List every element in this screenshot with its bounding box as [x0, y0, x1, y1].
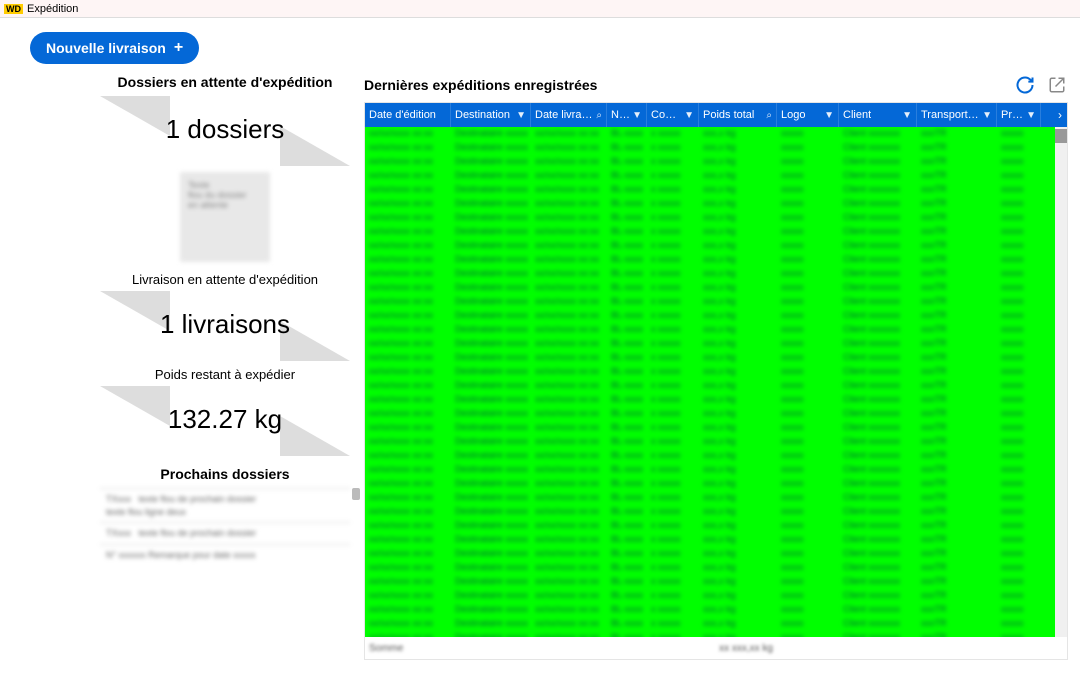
poids-value: 132.27 kg	[100, 404, 350, 435]
column-header[interactable]: Date d'édition	[365, 103, 451, 127]
dossier-card[interactable]: Texteflou du dossieren attente	[180, 172, 270, 262]
search-icon[interactable]: ⌕	[766, 110, 772, 121]
plus-icon: +	[174, 40, 183, 56]
list-item[interactable]: N° xxxxxx Remarque pour date xxxxx	[100, 544, 350, 566]
list-item[interactable]: TXxxx texte flou de prochain dossiertext…	[100, 488, 350, 522]
table-row[interactable]: xx/xx/xxxx xx:xxDestinataire xxxxxxx/xx/…	[365, 309, 1067, 323]
table-row[interactable]: xx/xx/xxxx xx:xxDestinataire xxxxxxx/xx/…	[365, 281, 1067, 295]
table-row[interactable]: xx/xx/xxxx xx:xxDestinataire xxxxxxx/xx/…	[365, 253, 1067, 267]
scroll-right-icon[interactable]: ›	[1053, 103, 1067, 127]
toolbar: Nouvelle livraison +	[0, 18, 1080, 74]
table-row[interactable]: xx/xx/xxxx xx:xxDestinataire xxxxxxx/xx/…	[365, 477, 1067, 491]
table-row[interactable]: xx/xx/xxxx xx:xxDestinataire xxxxxxx/xx/…	[365, 183, 1067, 197]
table-row[interactable]: xx/xx/xxxx xx:xxDestinataire xxxxxxx/xx/…	[365, 379, 1067, 393]
table-row[interactable]: xx/xx/xxxx xx:xxDestinataire xxxxxxx/xx/…	[365, 575, 1067, 589]
livraisons-tile: 1 livraisons	[100, 291, 350, 361]
new-delivery-button[interactable]: Nouvelle livraison +	[30, 32, 199, 64]
table-row[interactable]: xx/xx/xxxx xx:xxDestinataire xxxxxxx/xx/…	[365, 463, 1067, 477]
table-row[interactable]: xx/xx/xxxx xx:xxDestinataire xxxxxxx/xx/…	[365, 547, 1067, 561]
prochains-list: TXxxx texte flou de prochain dossiertext…	[100, 488, 350, 565]
table-row[interactable]: xx/xx/xxxx xx:xxDestinataire xxxxxxx/xx/…	[365, 505, 1067, 519]
table-row[interactable]: xx/xx/xxxx xx:xxDestinataire xxxxxxx/xx/…	[365, 155, 1067, 169]
table-row[interactable]: xx/xx/xxxx xx:xxDestinataire xxxxxxx/xx/…	[365, 323, 1067, 337]
table-row[interactable]: xx/xx/xxxx xx:xxDestinataire xxxxxxx/xx/…	[365, 393, 1067, 407]
column-header[interactable]: Client▼	[839, 103, 917, 127]
column-header[interactable]: Date livraison⌕	[531, 103, 607, 127]
prochains-title: Prochains dossiers	[100, 466, 350, 482]
table-row[interactable]: xx/xx/xxxx xx:xxDestinataire xxxxxxx/xx/…	[365, 225, 1067, 239]
table-row[interactable]: xx/xx/xxxx xx:xxDestinataire xxxxxxx/xx/…	[365, 519, 1067, 533]
left-panel: Dossiers en attente d'expédition 1 dossi…	[100, 74, 350, 660]
filter-icon[interactable]: ▼	[516, 110, 526, 121]
column-header[interactable]: Destination▼	[451, 103, 531, 127]
refresh-icon[interactable]	[1014, 74, 1036, 96]
column-header[interactable]: Poids total⌕	[699, 103, 777, 127]
new-delivery-label: Nouvelle livraison	[46, 40, 166, 56]
window-title: Expédition	[27, 3, 78, 15]
table-row[interactable]: xx/xx/xxxx xx:xxDestinataire xxxxxxx/xx/…	[365, 337, 1067, 351]
next-scrollbar[interactable]	[352, 488, 360, 500]
column-header[interactable]: N° BL▼	[607, 103, 647, 127]
table-row[interactable]: xx/xx/xxxx xx:xxDestinataire xxxxxxx/xx/…	[365, 365, 1067, 379]
list-item[interactable]: TXxxx texte flou de prochain dossier	[100, 522, 350, 544]
table-row[interactable]: xx/xx/xxxx xx:xxDestinataire xxxxxxx/xx/…	[365, 127, 1067, 141]
expeditions-title: Dernières expéditions enregistrées	[364, 77, 597, 93]
filter-icon[interactable]: ▼	[632, 110, 642, 121]
column-header[interactable]: Contenu▼	[647, 103, 699, 127]
table-row[interactable]: xx/xx/xxxx xx:xxDestinataire xxxxxxx/xx/…	[365, 617, 1067, 631]
poids-title: Poids restant à expédier	[100, 367, 350, 382]
table-row[interactable]: xx/xx/xxxx xx:xxDestinataire xxxxxxx/xx/…	[365, 421, 1067, 435]
table-row[interactable]: xx/xx/xxxx xx:xxDestinataire xxxxxxx/xx/…	[365, 239, 1067, 253]
filter-icon[interactable]: ▼	[902, 110, 912, 121]
dossiers-title: Dossiers en attente d'expédition	[100, 74, 350, 90]
column-header[interactable]: Logo▼	[777, 103, 839, 127]
column-header[interactable]: Produit▼	[997, 103, 1041, 127]
table-row[interactable]: xx/xx/xxxx xx:xxDestinataire xxxxxxx/xx/…	[365, 491, 1067, 505]
search-icon[interactable]: ⌕	[596, 110, 602, 121]
vertical-scrollbar[interactable]	[1055, 127, 1067, 637]
filter-icon[interactable]: ▼	[982, 110, 992, 121]
filter-icon[interactable]: ▼	[684, 110, 694, 121]
poids-tile: 132.27 kg	[100, 386, 350, 456]
livraisons-count: 1 livraisons	[100, 309, 350, 340]
table-row[interactable]: xx/xx/xxxx xx:xxDestinataire xxxxxxx/xx/…	[365, 351, 1067, 365]
wd-badge: WD	[4, 4, 23, 14]
table-row[interactable]: xx/xx/xxxx xx:xxDestinataire xxxxxxx/xx/…	[365, 449, 1067, 463]
table-row[interactable]: xx/xx/xxxx xx:xxDestinataire xxxxxxx/xx/…	[365, 407, 1067, 421]
table-row[interactable]: xx/xx/xxxx xx:xxDestinataire xxxxxxx/xx/…	[365, 197, 1067, 211]
table-row[interactable]: xx/xx/xxxx xx:xxDestinataire xxxxxxx/xx/…	[365, 435, 1067, 449]
dossiers-count: 1 dossiers	[100, 114, 350, 145]
table-row[interactable]: xx/xx/xxxx xx:xxDestinataire xxxxxxx/xx/…	[365, 141, 1067, 155]
right-panel: Dernières expéditions enregistrées Date …	[364, 74, 1080, 660]
dossiers-tile: 1 dossiers	[100, 96, 350, 166]
column-header[interactable]: Transporteur▼	[917, 103, 997, 127]
table-row[interactable]: xx/xx/xxxx xx:xxDestinataire xxxxxxx/xx/…	[365, 295, 1067, 309]
filter-icon[interactable]: ▼	[1026, 110, 1036, 121]
table-row[interactable]: xx/xx/xxxx xx:xxDestinataire xxxxxxx/xx/…	[365, 211, 1067, 225]
table-row[interactable]: xx/xx/xxxx xx:xxDestinataire xxxxxxx/xx/…	[365, 169, 1067, 183]
title-bar: WD Expédition	[0, 0, 1080, 18]
livraison-title: Livraison en attente d'expédition	[100, 272, 350, 287]
expeditions-table: Date d'éditionDestination▼Date livraison…	[364, 102, 1068, 660]
filter-icon[interactable]: ▼	[824, 110, 834, 121]
open-external-icon[interactable]	[1046, 74, 1068, 96]
table-row[interactable]: xx/xx/xxxx xx:xxDestinataire xxxxxxx/xx/…	[365, 589, 1067, 603]
table-row[interactable]: xx/xx/xxxx xx:xxDestinataire xxxxxxx/xx/…	[365, 267, 1067, 281]
table-row[interactable]: xx/xx/xxxx xx:xxDestinataire xxxxxxx/xx/…	[365, 561, 1067, 575]
table-header: Date d'éditionDestination▼Date livraison…	[365, 103, 1067, 127]
table-row[interactable]: xx/xx/xxxx xx:xxDestinataire xxxxxxx/xx/…	[365, 603, 1067, 617]
table-row[interactable]: xx/xx/xxxx xx:xxDestinataire xxxxxxx/xx/…	[365, 533, 1067, 547]
table-body[interactable]: xx/xx/xxxx xx:xxDestinataire xxxxxxx/xx/…	[365, 127, 1067, 637]
table-footer: Somme xx xxx,xx kg	[365, 637, 1067, 659]
